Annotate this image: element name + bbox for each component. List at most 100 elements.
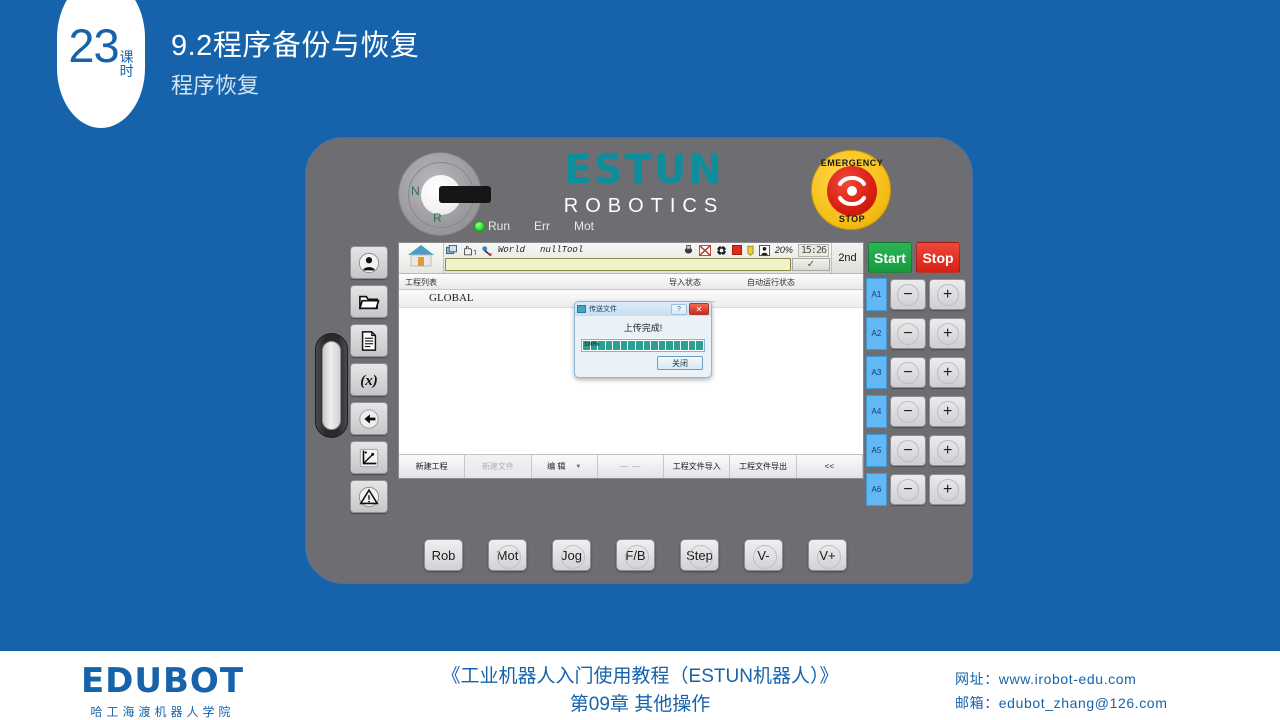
led-mot: Mot	[574, 219, 594, 233]
edubot-wordmark: EDUBOT	[80, 661, 245, 701]
axis-a5-minus-button[interactable]: −	[889, 435, 927, 466]
start-stop-group: Start Stop	[868, 242, 966, 273]
no-motion-icon[interactable]	[698, 244, 711, 256]
axis-a4-plus-button[interactable]: +	[929, 396, 966, 427]
led-err-label: Err	[534, 219, 551, 233]
minus-icon: −	[897, 400, 920, 423]
project-file-import-button[interactable]: 工程文件导入	[664, 455, 731, 478]
footer-contact: 网址：www.irobot-edu.com 邮箱：edubot_zhang@12…	[955, 668, 1167, 716]
axis-row-a1: A1 − +	[866, 278, 966, 311]
status-bar: T World nullTool	[399, 243, 863, 274]
key-switch-label-n: N	[411, 184, 420, 198]
progress-bar: 100%	[581, 339, 705, 352]
collapse-button[interactable]: <<	[796, 455, 863, 478]
axis-a6-minus-button[interactable]: −	[889, 474, 927, 505]
jog-button[interactable]: Jog	[552, 539, 591, 571]
minus-icon: −	[897, 283, 920, 306]
pendant-sidebar: (x)	[350, 246, 394, 519]
key-switch-lever[interactable]	[439, 186, 491, 203]
plus-icon: +	[936, 322, 959, 345]
sidebar-item-document[interactable]	[350, 324, 388, 357]
message-confirm-button[interactable]: ✓	[792, 258, 830, 271]
fb-button[interactable]: F/B	[616, 539, 655, 571]
emergency-stop-label-top: EMERGENCY	[820, 158, 884, 168]
sidebar-item-io[interactable]	[350, 402, 388, 435]
mode-key-switch[interactable]: N R	[398, 152, 491, 236]
teach-pendant: N R ESTUN ROBOTICS EMERGENCY STOP Run Er…	[305, 137, 973, 584]
pendant-top-panel: N R ESTUN ROBOTICS EMERGENCY STOP Run Er…	[306, 138, 972, 243]
project-file-export-button[interactable]: 工程文件导出	[730, 455, 797, 478]
dialog-message: 上传完成!	[623, 323, 663, 333]
coordinate-system-value: World	[498, 245, 526, 255]
message-field[interactable]	[445, 258, 791, 271]
dialog-help-button[interactable]: ?	[671, 303, 687, 315]
led-err: Err	[534, 219, 550, 233]
key-switch-label-r: R	[433, 211, 442, 225]
sidebar-item-folder[interactable]	[350, 285, 388, 318]
dialog-close-icon[interactable]: ✕	[689, 303, 709, 315]
hmi-bottom-toolbar: 新建工程 新建文件 编 辑 ▼ — — 工程文件导入 工程文件导出 <<	[399, 454, 863, 478]
axis-a5-plus-button[interactable]: +	[929, 435, 966, 466]
pen-icon[interactable]	[747, 245, 754, 256]
run-control-column: Start Stop	[868, 242, 966, 277]
led-mot-label: Mot	[574, 219, 595, 233]
mot-button[interactable]: Mot	[488, 539, 527, 571]
home-button[interactable]	[399, 243, 444, 273]
axis-row-a4: A4 − +	[866, 395, 966, 428]
footer-email: 邮箱：edubot_zhang@126.com	[955, 694, 1168, 711]
axis-a3-minus-button[interactable]: −	[889, 357, 927, 388]
lesson-badge: 23 课 时	[57, 0, 145, 128]
hand-teach-icon[interactable]: T	[462, 245, 476, 256]
brand-tagline: ROBOTICS	[563, 195, 725, 217]
edit-dropdown-button[interactable]: 编 辑 ▼	[531, 455, 598, 478]
axis-a3-plus-button[interactable]: +	[929, 357, 966, 388]
rob-button[interactable]: Rob	[424, 539, 463, 571]
edubot-institute-name: 哈工海渡机器人学院	[90, 705, 235, 719]
warning-icon	[358, 486, 380, 508]
pendant-grip-handle[interactable]	[315, 333, 348, 438]
led-run: Run	[474, 219, 510, 233]
stop-button[interactable]: Stop	[916, 242, 960, 273]
axis-label-a4: A4	[866, 395, 887, 428]
sidebar-item-coordinates[interactable]	[350, 441, 388, 474]
axis-a1-minus-button[interactable]: −	[889, 279, 927, 310]
axis-a1-plus-button[interactable]: +	[929, 279, 966, 310]
plus-icon: +	[936, 439, 959, 462]
sidebar-item-variable[interactable]: (x)	[350, 363, 388, 396]
velocity-up-button[interactable]: V+	[808, 539, 847, 571]
new-project-button[interactable]: 新建工程	[399, 455, 466, 478]
led-indicator-row: Run Err Mot	[474, 219, 594, 233]
second-function-button[interactable]: 2nd	[831, 243, 863, 273]
window-icon[interactable]	[446, 245, 457, 255]
sidebar-item-alarm[interactable]	[350, 480, 388, 513]
variable-icon: (x)	[354, 370, 384, 390]
dialog-title: 传送文件	[589, 306, 617, 313]
emergency-stop-button[interactable]: EMERGENCY STOP	[811, 150, 891, 230]
gear-icon[interactable]	[715, 244, 727, 256]
axis-a2-plus-button[interactable]: +	[929, 318, 966, 349]
plus-icon: +	[936, 283, 959, 306]
project-name: GLOBAL	[429, 292, 474, 304]
axis-a2-minus-button[interactable]: −	[889, 318, 927, 349]
plus-icon: +	[936, 400, 959, 423]
person-icon[interactable]	[758, 244, 770, 256]
stop-square-icon[interactable]	[731, 245, 742, 255]
footer-chapter: 第09章 其他操作	[569, 693, 711, 715]
io-icon[interactable]	[683, 245, 694, 255]
axis-a4-minus-button[interactable]: −	[889, 396, 927, 427]
velocity-down-button[interactable]: V-	[744, 539, 783, 571]
project-list-body: GLOBAL — — — — 传送文件 ? ✕ 上传完成! 100%	[399, 290, 863, 454]
start-button[interactable]: Start	[868, 242, 912, 273]
coordinate-icon[interactable]	[481, 245, 493, 256]
dialog-close-button[interactable]: 关闭	[657, 356, 703, 370]
axis-row-a3: A3 − +	[866, 356, 966, 389]
axis-label-a3: A3	[866, 356, 887, 389]
status-icon-row: T World nullTool	[444, 243, 831, 257]
step-button[interactable]: Step	[680, 539, 719, 571]
placeholder-button: — —	[597, 455, 665, 478]
plus-icon: +	[936, 361, 959, 384]
document-icon	[359, 330, 379, 352]
sidebar-item-user[interactable]	[350, 246, 388, 279]
axis-a6-plus-button[interactable]: +	[929, 474, 966, 505]
home-icon	[406, 243, 436, 274]
